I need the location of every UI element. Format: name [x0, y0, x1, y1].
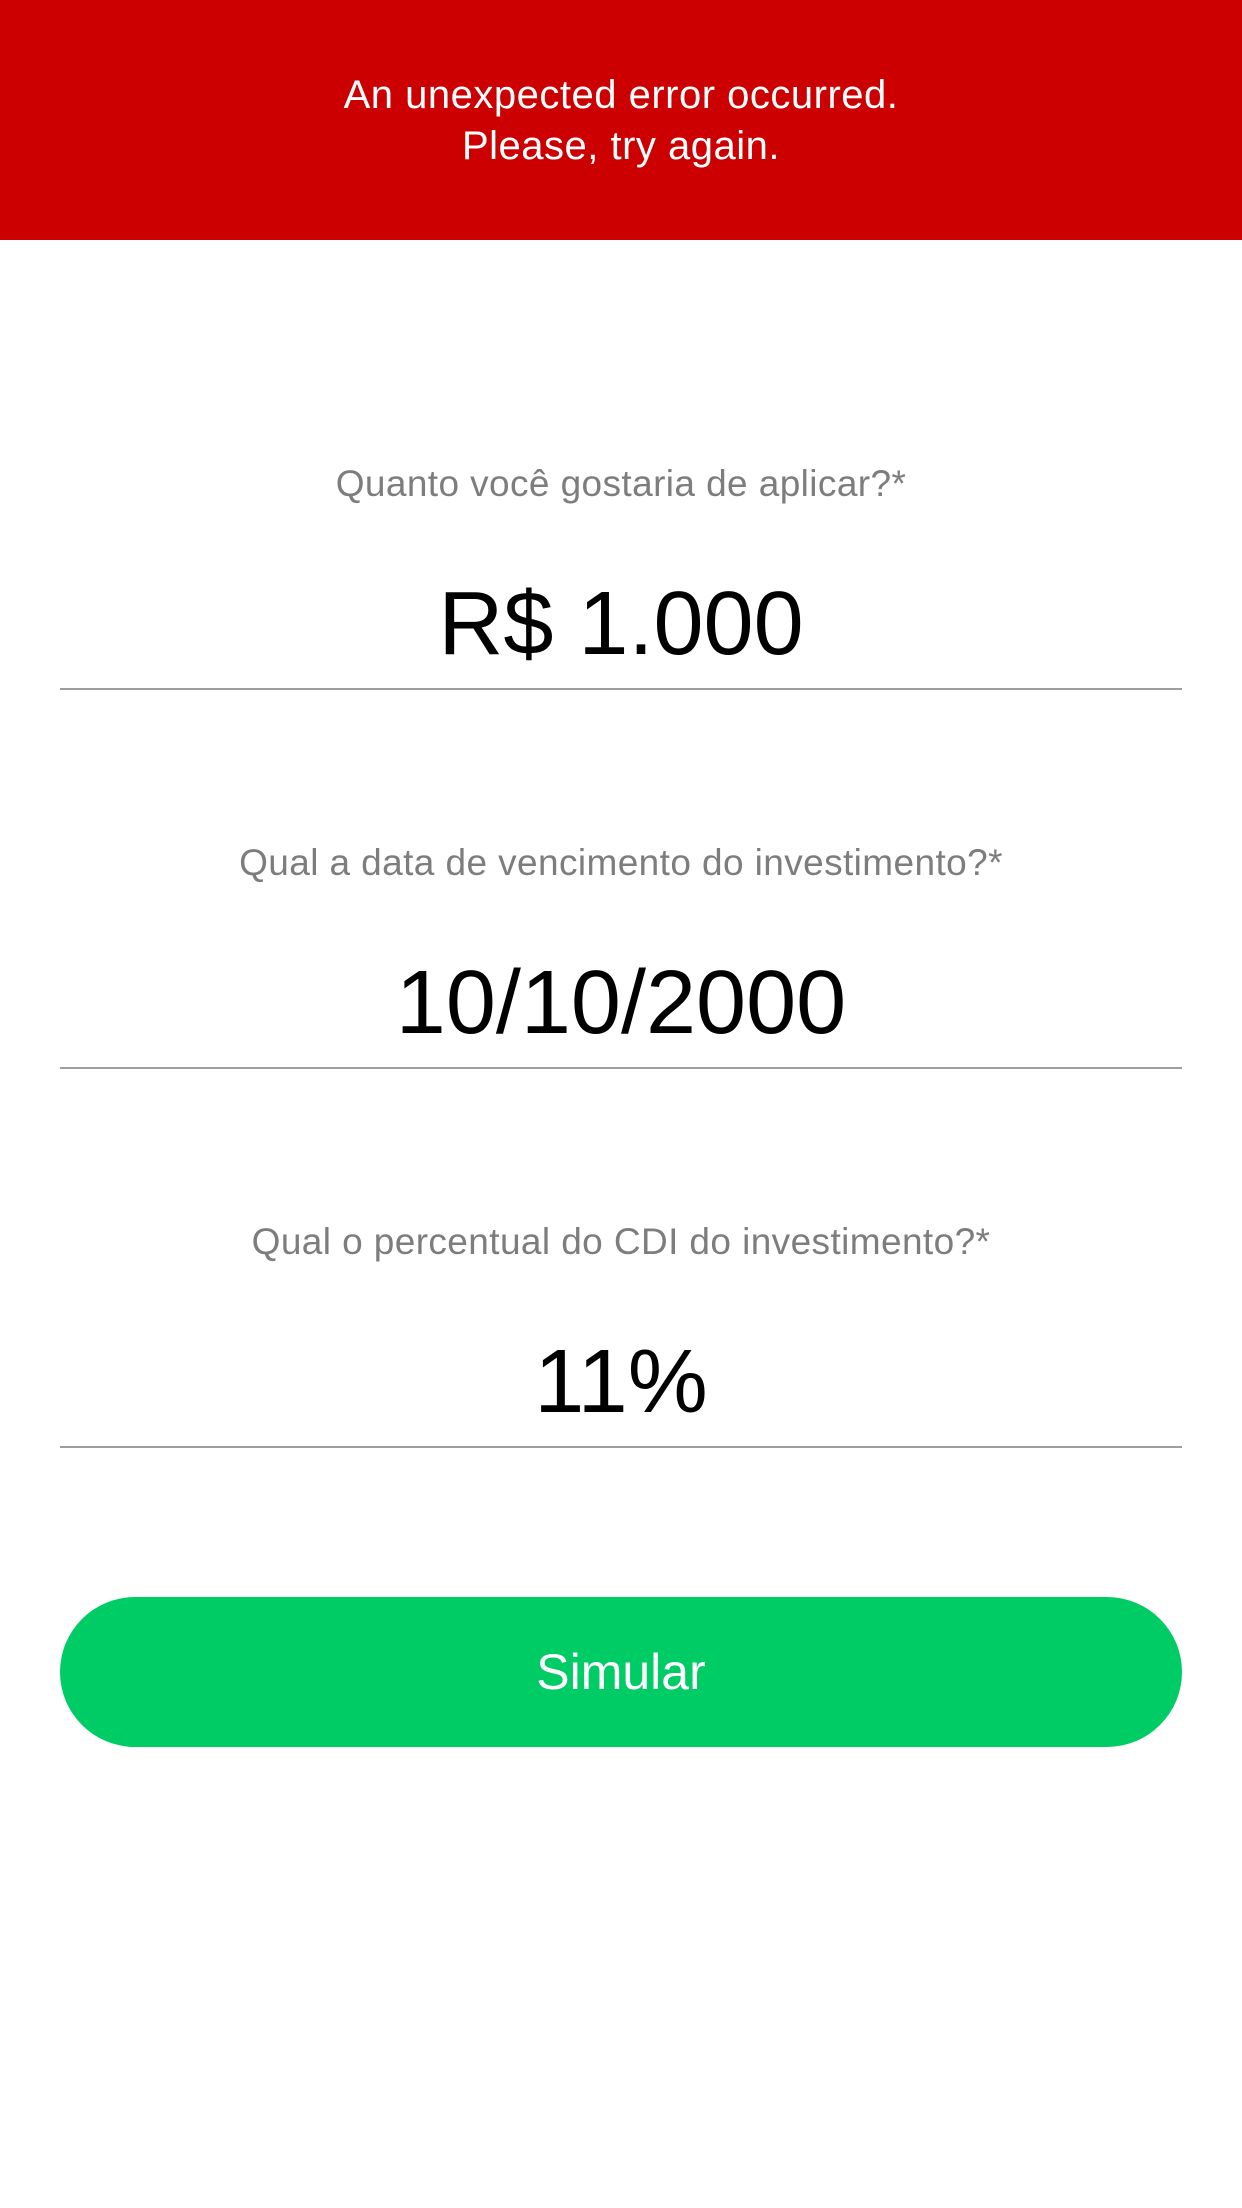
simulate-button[interactable]: Simular	[60, 1597, 1182, 1747]
amount-underline	[60, 688, 1182, 690]
error-banner: An unexpected error occurred. Please, tr…	[0, 0, 1242, 240]
maturity-date-input[interactable]: 10/10/2000	[60, 953, 1182, 1053]
maturity-date-field: Qual a data de vencimento do investiment…	[60, 841, 1182, 1069]
maturity-date-label: Qual a data de vencimento do investiment…	[239, 842, 1003, 883]
error-message-line-2: Please, try again.	[461, 124, 781, 168]
maturity-date-underline	[60, 1067, 1182, 1069]
cdi-percent-input[interactable]: 11%	[60, 1332, 1182, 1432]
cdi-percent-underline	[60, 1446, 1182, 1448]
amount-label: Quanto você gostaria de aplicar?*	[335, 463, 907, 504]
error-message-line-1: An unexpected error occurred.	[343, 73, 899, 117]
amount-input[interactable]: R$ 1.000	[60, 574, 1182, 674]
cdi-percent-label: Qual o percentual do CDI do investimento…	[251, 1221, 991, 1262]
cdi-percent-field: Qual o percentual do CDI do investimento…	[60, 1220, 1182, 1448]
amount-field: Quanto você gostaria de aplicar?* R$ 1.0…	[60, 462, 1182, 690]
